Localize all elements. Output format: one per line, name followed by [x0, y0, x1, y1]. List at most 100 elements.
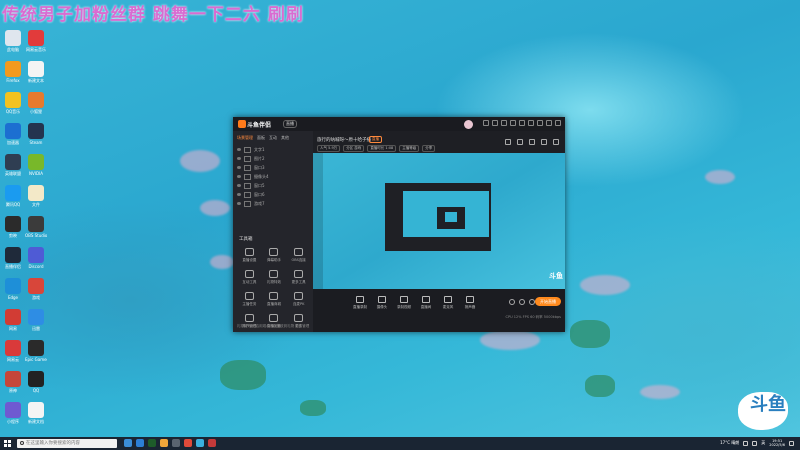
volume-icon[interactable]: [519, 299, 525, 305]
skin-icon[interactable]: [492, 120, 498, 126]
taskbar-search[interactable]: [17, 439, 117, 448]
gift-icon[interactable]: [501, 120, 507, 126]
desktop-icon[interactable]: 新建文档: [25, 402, 47, 432]
bell-icon[interactable]: [541, 139, 547, 145]
eye-icon[interactable]: [237, 157, 241, 160]
tab-other[interactable]: 其他: [281, 135, 289, 141]
desktop-icon[interactable]: 此电脑: [2, 30, 24, 60]
desktop-icon[interactable]: OBS Studio: [25, 216, 47, 246]
desktop-icon[interactable]: Firefox: [2, 61, 24, 91]
desktop-icon[interactable]: 小狐狸: [25, 92, 47, 122]
eye-icon[interactable]: [237, 184, 241, 187]
share-icon[interactable]: [517, 139, 523, 145]
desktop-icon[interactable]: 网易: [2, 309, 24, 339]
app-titlebar[interactable]: 斗鱼伴侣 直播: [233, 117, 565, 131]
search-input[interactable]: [26, 439, 114, 448]
clock[interactable]: 19:51 2022/5/6: [769, 439, 785, 447]
tab-panel[interactable]: 面板: [257, 135, 265, 141]
room-info-chip[interactable]: 分享: [422, 145, 436, 152]
desktop-icon[interactable]: Epic Games: [25, 340, 47, 370]
bottom-tool[interactable]: 直播间: [419, 296, 433, 310]
eye-icon[interactable]: [237, 148, 241, 151]
desktop-icon[interactable]: 加速器: [2, 123, 24, 153]
avatar[interactable]: [464, 120, 473, 129]
room-info-chip[interactable]: 主播等级: [399, 145, 420, 152]
desktop-icon[interactable]: NVIDIA: [25, 154, 47, 184]
tool-item[interactable]: OBS连接: [286, 248, 311, 263]
more-icon[interactable]: [553, 139, 559, 145]
bottom-tool[interactable]: 录制视频: [397, 296, 411, 310]
message-icon[interactable]: [483, 120, 489, 126]
room-info-chip[interactable]: 直播时长 1:08: [367, 145, 397, 152]
eye-icon[interactable]: [237, 175, 241, 178]
pinned-app-icon[interactable]: [172, 439, 180, 447]
desktop-icon[interactable]: Discord: [25, 247, 47, 277]
scene-row[interactable]: 图片2: [237, 154, 309, 163]
room-info-chip[interactable]: 人气 5.9万: [317, 145, 341, 152]
tool-item[interactable]: 礼物特效: [262, 270, 287, 285]
desktop-icon[interactable]: 原神: [2, 371, 24, 401]
desktop-icon[interactable]: 网易云: [2, 340, 24, 370]
scene-row[interactable]: 文字1: [237, 145, 309, 154]
pinned-app-icon[interactable]: [208, 439, 216, 447]
pinned-app-icon[interactable]: [148, 439, 156, 447]
tool-item[interactable]: 主播任务: [237, 292, 262, 307]
input-language[interactable]: 英: [761, 440, 765, 446]
room-info-chip[interactable]: 分区 游戏: [343, 145, 365, 152]
screenshot-icon[interactable]: [529, 139, 535, 145]
stream-preview[interactable]: 斗鱼: [313, 153, 565, 289]
pinned-app-icon[interactable]: [136, 439, 144, 447]
tool-item[interactable]: 弹幕助手: [262, 248, 287, 263]
weather-text[interactable]: 17°C 晴朗: [720, 440, 739, 446]
wifi-icon[interactable]: [743, 440, 749, 446]
volume-tray-icon[interactable]: [752, 440, 758, 446]
tool-item[interactable]: 互动工具: [237, 270, 262, 285]
desktop-icon[interactable]: QQ: [25, 371, 47, 401]
tool-item[interactable]: 更多工具: [286, 270, 311, 285]
tool-item[interactable]: 直播商城: [262, 292, 287, 307]
desktop-icon[interactable]: 游戏: [25, 278, 47, 308]
pinned-app-icon[interactable]: [160, 439, 168, 447]
pinned-app-icon[interactable]: [184, 439, 192, 447]
eye-icon[interactable]: [237, 202, 241, 205]
room-title[interactable]: 旅行的呐喊呀～原十哈子播: [317, 137, 371, 143]
tool-item[interactable]: 连麦PK: [286, 292, 311, 307]
desktop-icon[interactable]: Edge: [2, 278, 24, 308]
eye-icon[interactable]: [237, 193, 241, 196]
desktop-icon[interactable]: 小程序: [2, 402, 24, 432]
desktop-icon[interactable]: QQ音乐: [2, 92, 24, 122]
bottom-tool[interactable]: 扬声器: [463, 296, 477, 310]
camera-toggle-icon[interactable]: [509, 299, 515, 305]
desktop-icon[interactable]: 文件: [25, 185, 47, 215]
desktop-icon[interactable]: 腾讯QQ: [2, 185, 24, 215]
desktop-icon[interactable]: 迅雷: [25, 309, 47, 339]
desktop-icon[interactable]: 网易云音乐: [25, 30, 47, 60]
scene-row[interactable]: 窗口5: [237, 181, 309, 190]
bottom-tool[interactable]: 摄像头: [375, 296, 389, 310]
minimize-icon[interactable]: [537, 120, 543, 126]
tool-item[interactable]: 直播设置: [237, 248, 262, 263]
notification-icon[interactable]: [789, 440, 794, 446]
tab-scenes[interactable]: 场景管理: [237, 135, 253, 141]
scene-row[interactable]: 游戏7: [237, 199, 309, 208]
settings-icon[interactable]: [519, 120, 525, 126]
desktop-icon[interactable]: Steam: [25, 123, 47, 153]
bottom-tool[interactable]: 麦克风: [441, 296, 455, 310]
record-icon[interactable]: [505, 139, 511, 145]
desktop-icon[interactable]: 直播伴侣: [2, 247, 24, 277]
bottom-tool[interactable]: 直播录制: [353, 296, 367, 310]
eye-icon[interactable]: [237, 166, 241, 169]
windows-start-icon[interactable]: [4, 440, 11, 447]
pinned-app-icon[interactable]: [196, 439, 204, 447]
maximize-icon[interactable]: [546, 120, 552, 126]
desktop-icon[interactable]: 新建文本: [25, 61, 47, 91]
desktop-icon[interactable]: 剪映: [2, 216, 24, 246]
start-live-button[interactable]: 开始直播: [535, 297, 561, 306]
scene-row[interactable]: 窗口6: [237, 190, 309, 199]
desktop-icon[interactable]: 英雄联盟: [2, 154, 24, 184]
scene-row[interactable]: 摄像头4: [237, 172, 309, 181]
close-icon[interactable]: [555, 120, 561, 126]
menu-icon[interactable]: [528, 120, 534, 126]
pinned-app-icon[interactable]: [124, 439, 132, 447]
scene-row[interactable]: 窗口3: [237, 163, 309, 172]
